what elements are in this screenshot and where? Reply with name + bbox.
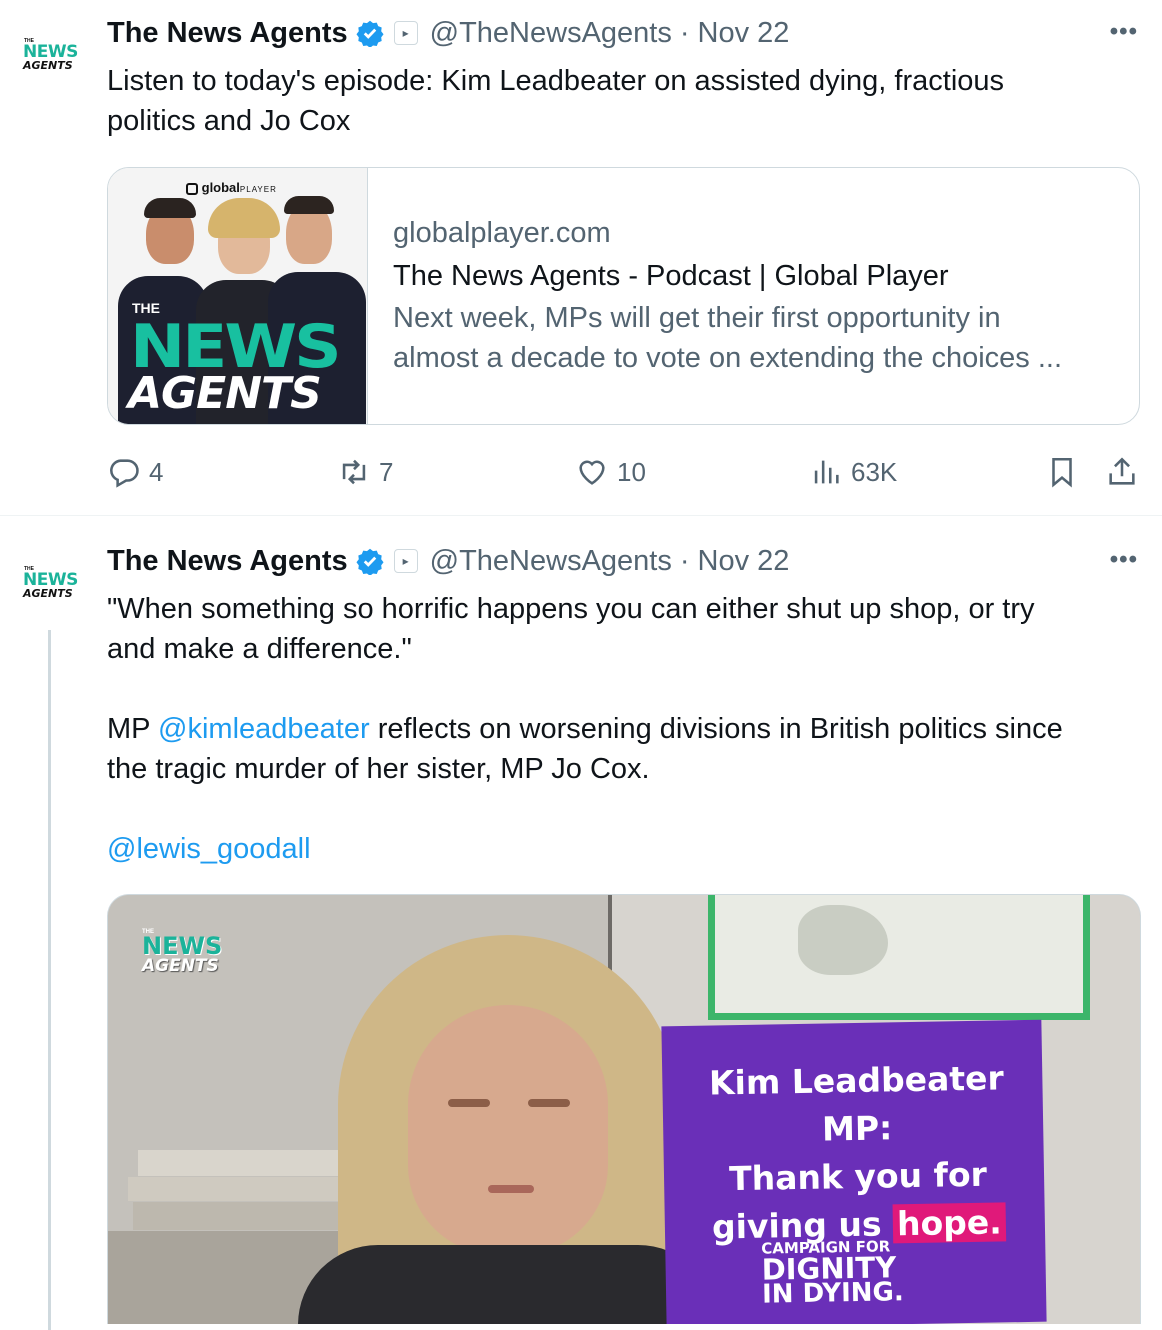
like-icon bbox=[579, 460, 605, 485]
tweet-text: Listen to today's episode: Kim Leadbeate… bbox=[107, 61, 1147, 141]
mention-link[interactable]: @kimleadbeater bbox=[158, 713, 370, 745]
reply-icon bbox=[110, 459, 139, 488]
sign-indying-text: IN DYING. bbox=[761, 1277, 904, 1310]
tweet-text-line: politics and Jo Cox bbox=[107, 105, 351, 137]
repost-icon bbox=[342, 459, 366, 485]
tweet-text-line: MP @kimleadbeater reflects on worsening … bbox=[107, 709, 1147, 749]
thread-line bbox=[48, 630, 51, 1330]
avatar[interactable]: THE NEWS AGENTS bbox=[20, 566, 82, 606]
sign-campaign-logo: CAMPAIGN FOR DIGNITY IN DYING. bbox=[761, 1237, 904, 1310]
globalplayer-logo-text: global bbox=[201, 180, 240, 195]
tweet-header: The News Agents ▸ @TheNewsAgents · Nov 2… bbox=[107, 16, 789, 50]
paper-stack bbox=[133, 1202, 353, 1230]
tweet-text-line: Listen to today's episode: Kim Leadbeate… bbox=[107, 65, 1005, 97]
tweet-header: The News Agents ▸ @TheNewsAgents · Nov 2… bbox=[107, 544, 789, 578]
watermark-news-text: NEWS bbox=[142, 932, 223, 960]
tweet[interactable]: THE NEWS AGENTS The News Agents ▸ @TheNe… bbox=[0, 0, 1162, 516]
globalplayer-logo: globalPLAYER bbox=[186, 180, 277, 195]
person-mouth bbox=[488, 1185, 534, 1193]
tweet-text-line: and make a difference." bbox=[107, 633, 412, 665]
podcast-cover-image: globalPLAYER THE NEWS AGENTS bbox=[108, 168, 368, 424]
sign-hope-highlight: hope. bbox=[892, 1202, 1007, 1244]
presenter-hair bbox=[144, 198, 196, 218]
sign-line: Kim Leadbeater MP: bbox=[708, 1058, 1005, 1149]
affiliate-badge-icon[interactable]: ▸ bbox=[393, 21, 418, 45]
video-media[interactable]: THE NEWS AGENTS Kim Leadbeater MP: Thank… bbox=[107, 894, 1141, 1324]
reply-count: 4 bbox=[149, 456, 164, 487]
avatar-agents-text: AGENTS bbox=[23, 587, 73, 600]
repost-button[interactable]: 7 bbox=[337, 452, 393, 492]
share-icon bbox=[1109, 457, 1135, 485]
avatar-agents-text: AGENTS bbox=[23, 59, 73, 72]
card-description-line: Next week, MPs will get their first oppo… bbox=[393, 302, 1001, 334]
separator: · bbox=[679, 16, 690, 49]
card-body: globalplayer.com The News Agents - Podca… bbox=[393, 212, 1123, 378]
bookmark-button[interactable] bbox=[1045, 452, 1079, 492]
wall-map-frame bbox=[708, 895, 1090, 1020]
like-button[interactable]: 10 bbox=[575, 452, 646, 492]
video-watermark: THE NEWS AGENTS bbox=[142, 929, 222, 975]
bookmark-icon bbox=[1052, 457, 1072, 488]
author-name[interactable]: The News Agents bbox=[107, 545, 348, 578]
person-face bbox=[408, 1005, 608, 1255]
text-fragment: reflects on worsening divisions in Briti… bbox=[369, 713, 1063, 745]
avatar[interactable]: THE NEWS AGENTS bbox=[20, 38, 82, 78]
reply-button[interactable]: 4 bbox=[107, 452, 163, 492]
more-icon[interactable]: ••• bbox=[1110, 18, 1138, 46]
link-card[interactable]: globalPLAYER THE NEWS AGENTS globalplaye… bbox=[107, 167, 1140, 425]
separator: · bbox=[679, 544, 690, 577]
presenter-hair bbox=[208, 198, 280, 238]
author-name[interactable]: The News Agents bbox=[107, 17, 348, 50]
tweet-date[interactable]: Nov 22 bbox=[698, 17, 790, 50]
author-handle[interactable]: @TheNewsAgents bbox=[430, 545, 672, 578]
tweet[interactable]: THE NEWS AGENTS The News Agents ▸ @TheNe… bbox=[0, 516, 1162, 1330]
paper-stack bbox=[128, 1177, 358, 1201]
presenter-hair bbox=[284, 196, 334, 214]
more-icon[interactable]: ••• bbox=[1110, 546, 1138, 574]
card-domain: globalplayer.com bbox=[393, 217, 611, 249]
action-bar: 4 7 10 63K bbox=[107, 452, 1147, 492]
card-description-line: almost a decade to vote on extending the… bbox=[393, 342, 1063, 374]
views-count: 63K bbox=[851, 456, 898, 487]
paper-stack bbox=[138, 1150, 348, 1176]
globalplayer-logo-subtext: PLAYER bbox=[239, 185, 277, 194]
verified-badge-icon[interactable] bbox=[356, 19, 384, 47]
sign-line: Thank you for bbox=[728, 1154, 988, 1199]
person-eye bbox=[448, 1099, 490, 1107]
views-icon bbox=[814, 460, 839, 484]
verified-badge-icon[interactable] bbox=[356, 547, 384, 575]
sign-text: Kim Leadbeater MP: Thank you for giving … bbox=[676, 1054, 1039, 1252]
tweet-text-line: "When something so horrific happens you … bbox=[107, 593, 1035, 625]
person-eye bbox=[528, 1099, 570, 1107]
author-handle[interactable]: @TheNewsAgents bbox=[430, 17, 672, 50]
repost-count: 7 bbox=[379, 456, 394, 487]
like-count: 10 bbox=[617, 456, 646, 487]
tweet-text-line: the tragic murder of her sister, MP Jo C… bbox=[107, 753, 650, 785]
affiliate-badge-icon[interactable]: ▸ bbox=[393, 549, 418, 573]
watermark-agents-text: AGENTS bbox=[142, 956, 219, 976]
globalplayer-logo-icon bbox=[186, 182, 198, 195]
cover-agents-text: AGENTS bbox=[128, 368, 322, 419]
mention-link[interactable]: @lewis_goodall bbox=[107, 833, 311, 865]
tweet-date[interactable]: Nov 22 bbox=[698, 545, 790, 578]
person-shirt bbox=[298, 1245, 718, 1324]
share-button[interactable] bbox=[1105, 452, 1139, 492]
text-fragment: MP bbox=[107, 713, 159, 745]
card-title: The News Agents - Podcast | Global Playe… bbox=[393, 260, 949, 292]
tweet-text: "When something so horrific happens you … bbox=[107, 589, 1147, 869]
views-button[interactable]: 63K bbox=[809, 452, 897, 492]
campaign-sign: Kim Leadbeater MP: Thank you for giving … bbox=[661, 1019, 1047, 1324]
